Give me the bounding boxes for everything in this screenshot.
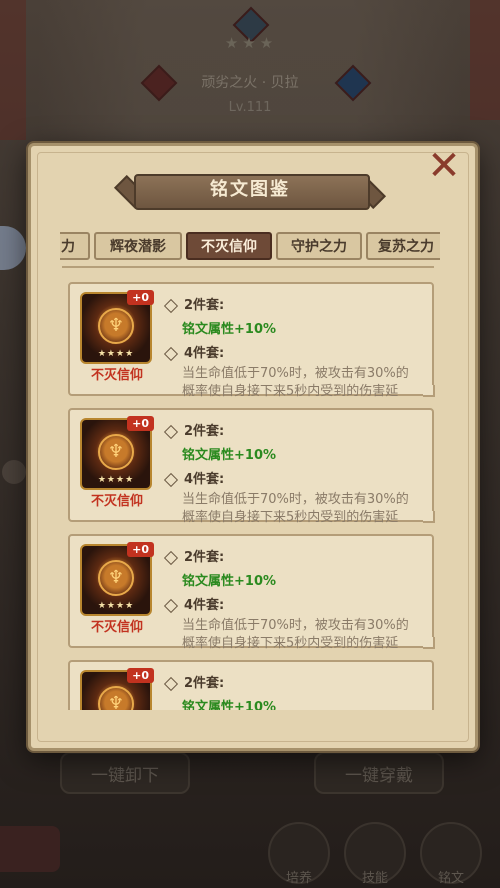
two-piece-bonus: 铭文属性+10% [182,322,277,337]
upgrade-badge: +0 [127,668,154,683]
unequip-all-button[interactable]: 一键卸下 [60,752,190,794]
chat-icon[interactable] [2,460,26,484]
banner-decoration [0,0,26,140]
two-piece-label: 2件套: [163,294,224,313]
rune-set-list[interactable]: ♆ +0 ★★★★ 不灭信仰 2件套: 铭文属性+10% 4件套: 当生命值低于… [60,270,442,710]
rune-emblem-icon: ♆ +0 ★★★★ [80,290,154,364]
hero-header: ★★★ 顽劣之火 · 贝拉 Lv.111 [140,0,372,135]
banner-decoration [470,0,500,120]
four-piece-desc: 概率使自身接下来5秒内受到的伤害延 [182,510,399,525]
nav-skills[interactable]: 技能 [344,822,406,886]
tab-eternal-faith[interactable]: 不灭信仰 [186,232,272,260]
nav-label: 铭文 [437,871,464,886]
nav-inscription[interactable]: 铭文 [420,822,482,886]
rune-stars: ★★★★ [97,349,135,359]
back-arrow-icon[interactable] [0,826,60,872]
flame-icon: ♆ [98,434,134,470]
rune-set-name: 不灭信仰 [90,368,143,383]
four-piece-desc: 概率使自身接下来5秒内受到的伤害延 [182,384,399,399]
two-piece-bonus: 铭文属性+10% [182,700,277,710]
two-piece-bonus: 铭文属性+10% [182,574,277,589]
upgrade-badge: +0 [127,416,154,431]
tab-partial[interactable]: 力 [60,232,90,260]
upgrade-badge: +0 [127,542,154,557]
rune-emblem-icon: ♆ +0 ★★★★ [80,542,154,616]
upgrade-badge: +0 [127,290,154,305]
two-piece-label: 2件套: [163,546,224,565]
rune-stars: ★★★★ [97,601,135,611]
tab-revival[interactable]: 复苏之力 [366,232,440,260]
four-piece-label: 4件套: [163,594,224,613]
hero-name: 顽劣之火 · 贝拉 [201,75,299,91]
rune-emblem-icon: ♆ +0 ★★★★ [80,416,154,490]
rune-set-card[interactable]: ♆ +0 ★★★★ 不灭信仰 2件套: 铭文属性+10% 4件套: 当生命值低于… [68,534,435,651]
rune-set-card[interactable]: ♆ +0 ★★★★ 2件套: 铭文属性+10% [68,660,434,710]
four-piece-desc: 当生命值低于70%时，被攻击有30%的 [182,492,409,507]
four-piece-desc: 当生命值低于70%时，被攻击有30%的 [182,366,409,381]
rune-set-card[interactable]: ♆ +0 ★★★★ 不灭信仰 2件套: 铭文属性+10% 4件套: 当生命值低于… [68,282,435,399]
rune-stars: ★★★★ [97,475,135,485]
rune-set-name: 不灭信仰 [90,494,143,509]
equip-all-button[interactable]: 一键穿戴 [314,752,444,794]
four-piece-label: 4件套: [163,468,224,487]
nav-label: 技能 [361,871,388,886]
flame-icon: ♆ [98,308,134,344]
hero-stars: ★★★ [224,34,278,52]
rune-set-card[interactable]: ♆ +0 ★★★★ 不灭信仰 2件套: 铭文属性+10% 4件套: 当生命值低于… [68,408,435,525]
dialog-title-banner: 铭文图鉴 [114,170,386,210]
tab-huiye[interactable]: 辉夜潜影 [94,232,182,260]
two-piece-bonus: 铭文属性+10% [182,448,277,463]
flame-icon: ♆ [98,686,134,710]
four-piece-desc: 当生命值低于70%时，被攻击有30%的 [182,618,409,633]
hero-level: Lv.111 [228,100,272,115]
tab-divider [62,266,434,268]
rune-set-name: 不灭信仰 [90,620,143,635]
four-piece-desc: 概率使自身接下来5秒内受到的伤害延 [182,636,399,651]
rune-emblem-icon: ♆ +0 ★★★★ [80,668,154,710]
close-icon[interactable]: ✕ [424,146,464,186]
nav-label: 培养 [285,871,312,886]
two-piece-label: 2件套: [163,672,224,691]
set-tabs: 力 辉夜潜影 不灭信仰 守护之力 复苏之力 [60,232,440,262]
nav-cultivate[interactable]: 培养 [268,822,330,886]
four-piece-label: 4件套: [163,342,224,361]
tab-guardian[interactable]: 守护之力 [276,232,362,260]
dialog-title: 铭文图鉴 [210,179,290,200]
flame-icon: ♆ [98,560,134,596]
two-piece-label: 2件套: [163,420,224,439]
